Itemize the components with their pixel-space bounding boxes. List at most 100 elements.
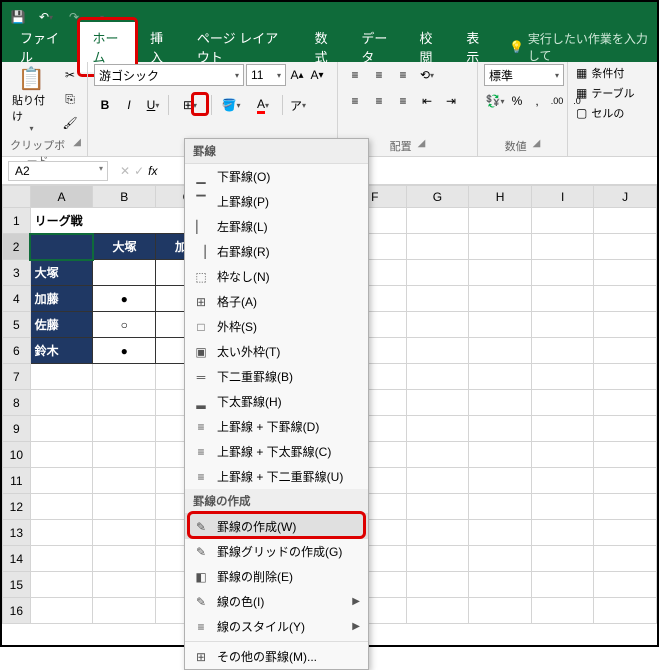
tell-me-search[interactable]: 💡 実行したい作業を入力して <box>509 30 651 64</box>
border-double-bottom-item[interactable]: ═下二重罫線(B) <box>185 364 368 389</box>
name-box[interactable]: A2 ▾ <box>8 161 108 181</box>
align-right-button[interactable]: ≡ <box>392 90 414 112</box>
percent-button[interactable]: % <box>508 90 526 112</box>
cell[interactable]: 大塚 <box>30 260 93 286</box>
align-center-button[interactable]: ≡ <box>368 90 390 112</box>
paste-button[interactable]: 📋 貼り付け ▾ <box>8 64 55 135</box>
italic-button[interactable]: I <box>118 94 140 116</box>
cell[interactable]: 大塚 <box>93 234 156 260</box>
cell[interactable]: 鈴木 <box>30 338 93 364</box>
row-header[interactable]: 9 <box>3 416 31 442</box>
fx-icon[interactable]: fx <box>148 164 157 178</box>
row-header[interactable]: 5 <box>3 312 31 338</box>
row-header[interactable]: 7 <box>3 364 31 390</box>
column-header[interactable]: J <box>594 186 657 208</box>
border-top-thick-bottom-item[interactable]: ≡上罫線 + 下太罫線(C) <box>185 439 368 464</box>
dialog-launcher-icon[interactable]: ◢ <box>418 138 426 154</box>
row-header[interactable]: 3 <box>3 260 31 286</box>
borders-button[interactable]: ⊞▾ <box>173 94 207 116</box>
increase-indent-button[interactable]: ⇥ <box>440 90 462 112</box>
line-style-item[interactable]: ≡線のスタイル(Y)▶ <box>185 614 368 639</box>
currency-button[interactable]: 💱▾ <box>484 90 506 112</box>
border-all-item[interactable]: ⊞格子(A) <box>185 289 368 314</box>
border-bottom-item[interactable]: ▁下罫線(O) <box>185 164 368 189</box>
row-header[interactable]: 13 <box>3 520 31 546</box>
column-header[interactable]: B <box>93 186 156 208</box>
border-outside-item[interactable]: □外枠(S) <box>185 314 368 339</box>
copy-button[interactable]: ⎘ <box>59 88 81 110</box>
decrease-indent-button[interactable]: ⇤ <box>416 90 438 112</box>
border-top-bottom-item[interactable]: ≡上罫線 + 下罫線(D) <box>185 414 368 439</box>
border-left-item[interactable]: ▏左罫線(L) <box>185 214 368 239</box>
column-header[interactable]: G <box>406 186 469 208</box>
column-header[interactable]: A <box>30 186 93 208</box>
border-top-double-bottom-item[interactable]: ≡上罫線 + 下二重罫線(U) <box>185 464 368 489</box>
border-top-icon: ▔ <box>193 194 209 210</box>
active-cell[interactable] <box>30 234 93 260</box>
row-header[interactable]: 11 <box>3 468 31 494</box>
cut-button[interactable]: ✂ <box>59 64 81 86</box>
row-header[interactable]: 6 <box>3 338 31 364</box>
border-right-item[interactable]: ▕右罫線(R) <box>185 239 368 264</box>
grid-icon: ⊞ <box>193 649 209 665</box>
pencil-grid-icon: ✎ <box>193 544 209 560</box>
more-borders-item[interactable]: ⊞その他の罫線(M)... <box>185 644 368 669</box>
draw-border-grid-item[interactable]: ✎罫線グリッドの作成(G) <box>185 539 368 564</box>
number-format-select[interactable]: 標準▾ <box>484 64 564 86</box>
border-top-item[interactable]: ▔上罫線(P) <box>185 189 368 214</box>
decrease-decimal-button[interactable]: .0 <box>568 90 586 112</box>
column-header[interactable]: H <box>469 186 532 208</box>
phonetic-button[interactable]: ア▾ <box>287 94 309 116</box>
cell[interactable]: ○ <box>93 312 156 338</box>
cell[interactable]: ● <box>93 338 156 364</box>
font-name-select[interactable]: 游ゴシック▾ <box>94 64 244 86</box>
check-icon[interactable]: ✓ <box>134 164 144 178</box>
border-none-icon: ⬚ <box>193 269 209 285</box>
erase-border-item[interactable]: ◧罫線の削除(E) <box>185 564 368 589</box>
font-size-select[interactable]: 11▾ <box>246 64 286 86</box>
font-color-button[interactable]: A▾ <box>248 94 278 116</box>
align-top-button[interactable]: ≡ <box>344 64 366 86</box>
chevron-down-icon[interactable]: ▾ <box>99 164 103 173</box>
row-header[interactable]: 8 <box>3 390 31 416</box>
underline-button[interactable]: U▾ <box>142 94 164 116</box>
fill-color-button[interactable]: 🪣▾ <box>216 94 246 116</box>
ribbon-group-clipboard: 📋 貼り付け ▾ ✂ ⎘ 🖌 クリップボード◢ <box>2 62 88 156</box>
cell[interactable] <box>93 260 156 286</box>
align-bottom-button[interactable]: ≡ <box>392 64 414 86</box>
copy-icon: ⎘ <box>65 92 75 107</box>
dialog-launcher-icon[interactable]: ◢ <box>533 138 541 154</box>
comma-button[interactable]: , <box>528 90 546 112</box>
select-all-corner[interactable] <box>3 186 31 208</box>
row-header[interactable]: 2 <box>3 234 31 260</box>
align-left-button[interactable]: ≡ <box>344 90 366 112</box>
column-header[interactable]: I <box>531 186 593 208</box>
format-painter-button[interactable]: 🖌 <box>59 112 81 134</box>
redo-icon[interactable]: ↷ <box>64 7 84 27</box>
ribbon-tabs: ファイル ホーム 挿入 ページ レイアウト 数式 データ 校閲 表示 💡 実行し… <box>2 32 657 62</box>
row-header[interactable]: 1 <box>3 208 31 234</box>
row-header[interactable]: 15 <box>3 572 31 598</box>
row-header[interactable]: 10 <box>3 442 31 468</box>
row-header[interactable]: 16 <box>3 598 31 624</box>
border-thick-bottom-item[interactable]: ▂下太罫線(H) <box>185 389 368 414</box>
bold-button[interactable]: B <box>94 94 116 116</box>
increase-font-button[interactable]: A▴ <box>288 64 306 86</box>
border-tdb-icon: ≡ <box>193 469 209 485</box>
orientation-button[interactable]: ⟲▾ <box>416 64 438 86</box>
conditional-format-button[interactable]: ▦条件付 <box>574 64 626 82</box>
cell[interactable]: 佐藤 <box>30 312 93 338</box>
cell[interactable]: 加藤 <box>30 286 93 312</box>
draw-border-item[interactable]: ✎罫線の作成(W) <box>185 514 368 539</box>
border-thick-item[interactable]: ▣太い外枠(T) <box>185 339 368 364</box>
row-header[interactable]: 14 <box>3 546 31 572</box>
line-color-item[interactable]: ✎線の色(I)▶ <box>185 589 368 614</box>
cell[interactable]: ● <box>93 286 156 312</box>
decrease-font-button[interactable]: A▾ <box>308 64 326 86</box>
border-none-item[interactable]: ⬚枠なし(N) <box>185 264 368 289</box>
row-header[interactable]: 12 <box>3 494 31 520</box>
cancel-icon[interactable]: ✕ <box>120 164 130 178</box>
row-header[interactable]: 4 <box>3 286 31 312</box>
increase-decimal-button[interactable]: .00 <box>548 90 566 112</box>
align-middle-button[interactable]: ≡ <box>368 64 390 86</box>
